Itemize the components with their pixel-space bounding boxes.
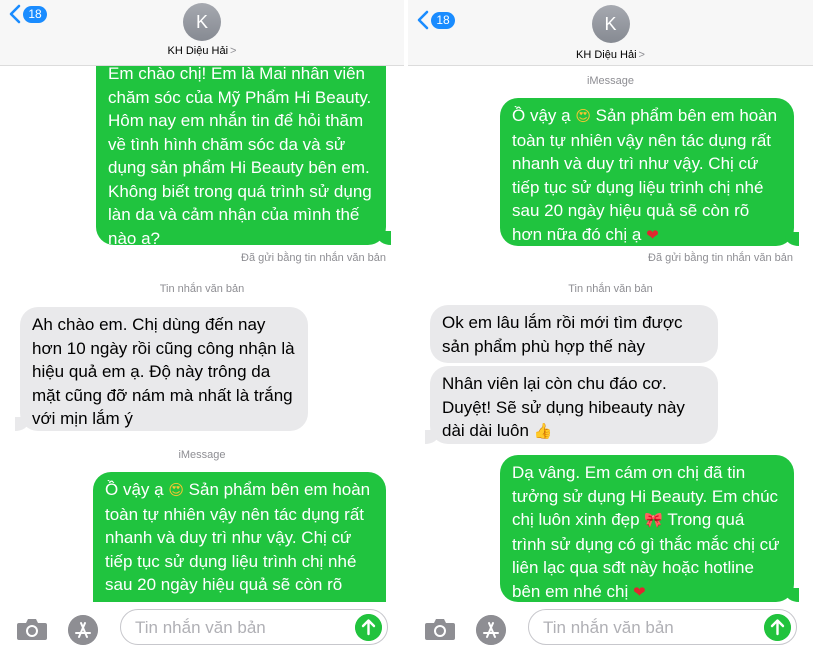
message-input[interactable]: Tin nhắn văn bản [120,609,388,645]
compose-bar: Tin nhắn văn bản [408,602,813,650]
back-button[interactable]: 18 [416,10,455,30]
send-arrow-icon[interactable] [764,614,791,641]
message-thread: Em chào chị! Em là Mai nhân viên chăm só… [0,0,404,650]
sent-message[interactable]: Ồ vậy ạ 😍 Sản phẩm bên em hoàn toàn tự n… [500,98,799,246]
ribbon-emoji-icon: 🎀 [644,511,664,529]
conversation-header: 18 K KH Diệu Hải > [408,0,813,66]
heart-icon: ❤ [632,582,646,601]
camera-icon[interactable] [424,617,456,641]
heart-eyes-emoji-icon: 😍 [168,481,184,499]
right-screenshot: iMessage Ồ vậy ạ 😍 Sản phẩm bên em hoàn … [408,0,813,650]
received-message[interactable]: Nhân viên lại còn chu đáo cơ. Duyệt! Sẽ … [425,366,718,444]
timestamp-label: Tin nhắn văn bản [568,283,653,295]
message-input[interactable]: Tin nhắn văn bản [528,609,797,645]
thumbs-up-emoji-icon: 👍 [533,422,553,440]
received-message[interactable]: Ah chào em. Chị dùng đến nay hơn 10 ngày… [15,307,308,431]
left-screenshot: Em chào chị! Em là Mai nhân viên chăm só… [0,0,404,650]
sent-message[interactable]: Dạ vâng. Em cám ơn chị đã tin tưởng sử d… [500,455,799,602]
timestamp-label: Tin nhắn văn bản [159,283,245,295]
heart-eyes-emoji-icon: 😍 [575,107,591,125]
received-message[interactable]: Ok em lâu lắm rồi mới tìm được sản phẩm … [430,305,718,363]
delivery-note: Đã gửi bằng tin nhắn văn bản [648,252,793,264]
contact-name[interactable]: KH Diệu Hải > [408,49,813,61]
app-store-icon[interactable] [68,615,98,645]
avatar[interactable]: K [591,5,630,43]
send-arrow-icon[interactable] [355,614,382,641]
unread-count-badge: 18 [431,11,455,29]
unread-count-badge: 18 [23,5,47,23]
message-input-placeholder: Tin nhắn văn bản [543,618,674,637]
chevron-right-icon: > [638,49,645,61]
sent-message[interactable]: Em chào chị! Em là Mai nhân viên chăm só… [96,40,391,248]
message-input-placeholder: Tin nhắn văn bản [135,618,266,637]
imessage-label: iMessage [178,449,226,461]
app-store-icon[interactable] [476,615,506,645]
message-thread: iMessage Ồ vậy ạ 😍 Sản phẩm bên em hoàn … [408,0,813,650]
avatar[interactable]: K [183,3,221,41]
sent-message[interactable]: Ồ vậy ạ 😍 Sản phẩm bên em hoàn toàn tự n… [93,472,391,622]
back-chevron-icon [9,4,21,24]
contact-name[interactable]: KH Diệu Hải > [0,45,404,57]
back-chevron-icon [417,10,429,30]
heart-icon: ❤ [646,225,659,244]
compose-bar: Tin nhắn văn bản [0,602,404,650]
imessage-label: iMessage [586,75,635,87]
chevron-right-icon: > [230,45,237,57]
conversation-header: 18 K KH Diệu Hải > [0,0,404,66]
delivery-note: Đã gửi bằng tin nhắn văn bản [241,252,386,264]
back-button[interactable]: 18 [8,4,47,24]
camera-icon[interactable] [16,617,48,641]
